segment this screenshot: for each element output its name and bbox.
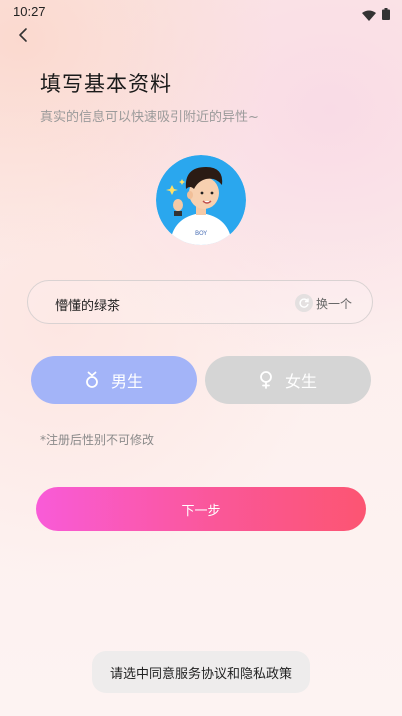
swap-label: 换一个 — [315, 296, 352, 311]
agreement-toast: 请选中同意服务协议和隐私政策 — [92, 651, 310, 693]
female-icon — [259, 371, 273, 389]
nickname-field[interactable]: 懵懂的绿茶 换一个 — [27, 280, 373, 324]
shirt-text: BOY — [195, 230, 207, 237]
refresh-icon — [294, 294, 313, 312]
gender-male-button[interactable]: 男生 — [31, 356, 197, 404]
page-subtitle: 真实的信息可以快速吸引附近的异性~ — [40, 110, 259, 125]
gender-note: *注册后性别不可修改 — [40, 433, 155, 447]
avatar-illustration: BOY — [156, 155, 246, 245]
wifi-icon — [362, 6, 376, 21]
page-title: 填写基本资料 — [40, 72, 172, 96]
gender-female-button[interactable]: 女生 — [205, 356, 371, 404]
next-button[interactable]: 下一步 — [36, 487, 366, 531]
nickname-value: 懵懂的绿茶 — [55, 299, 121, 314]
avatar[interactable]: BOY — [156, 155, 246, 245]
status-bar: 10:27 — [0, 0, 402, 24]
battery-icon — [382, 5, 390, 20]
male-icon — [85, 371, 99, 389]
chevron-left-icon — [17, 27, 29, 47]
gender-male-label: 男生 — [110, 372, 143, 391]
back-button[interactable] — [12, 26, 34, 48]
next-button-label: 下一步 — [181, 503, 221, 519]
status-time: 10:27 — [13, 4, 46, 19]
gender-female-label: 女生 — [284, 372, 317, 391]
swap-nickname-button[interactable]: 换一个 — [294, 293, 352, 313]
toast-text: 请选中同意服务协议和隐私政策 — [109, 666, 292, 682]
